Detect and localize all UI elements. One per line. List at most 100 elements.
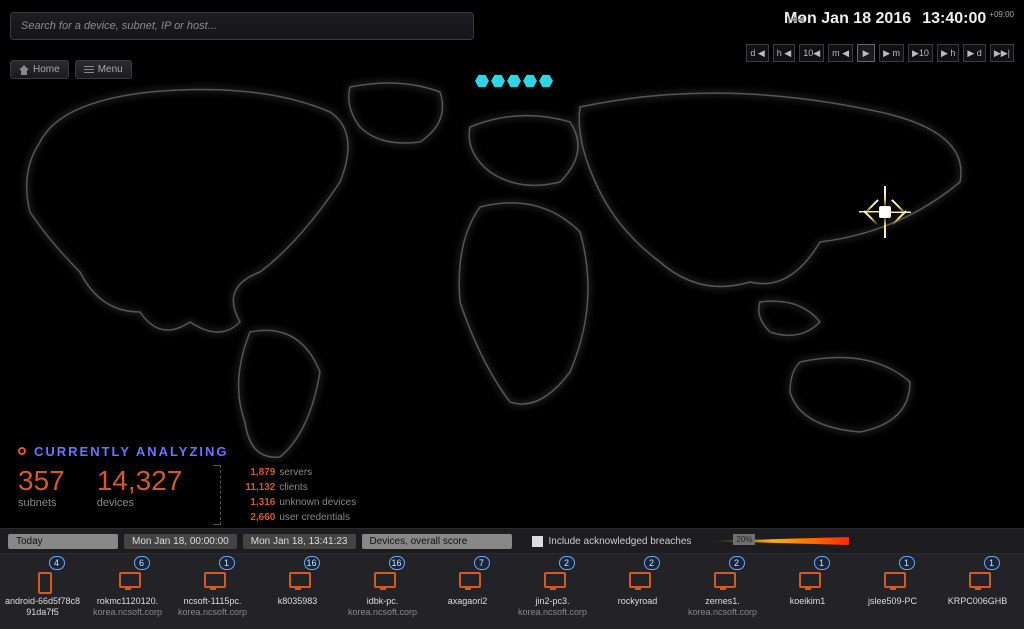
device-item[interactable]: 16 idbk-pc.korea.ncsoft.corp xyxy=(340,554,425,629)
devices-label: devices xyxy=(97,497,183,509)
alert-badge: 7 xyxy=(474,556,490,570)
alert-badge: 1 xyxy=(814,556,830,570)
device-item[interactable]: 6 rokmc1120120.korea.ncsoft.corp xyxy=(85,554,170,629)
device-domain: korea.ncsoft.corp xyxy=(680,607,765,617)
device-name: ncsoft-1115pc. xyxy=(170,596,255,607)
playback-back-hour[interactable]: h ◀ xyxy=(773,44,795,62)
timezone-label: +09:00 xyxy=(989,10,1014,19)
computer-icon xyxy=(712,572,734,590)
alert-badge: 2 xyxy=(644,556,660,570)
ack-checkbox[interactable]: Include acknowledged breaches xyxy=(532,536,692,547)
threshold-marker[interactable]: 20% xyxy=(733,534,755,545)
view-chip[interactable]: Devices, overall score xyxy=(362,534,512,549)
device-name: KRPC006GHB xyxy=(935,596,1020,607)
alert-badge: 1 xyxy=(899,556,915,570)
playback-skip-end[interactable]: ▶▶| xyxy=(990,44,1014,62)
hex-icon xyxy=(539,74,553,88)
device-item[interactable]: 1 koeikim1 xyxy=(765,554,850,629)
gradient-icon xyxy=(709,537,849,545)
threat-threshold-slider[interactable]: 20% xyxy=(709,534,849,548)
playback-fwd-10[interactable]: ▶10 xyxy=(908,44,933,62)
device-domain: korea.ncsoft.corp xyxy=(340,607,425,617)
breach-marker[interactable] xyxy=(865,192,905,232)
computer-icon xyxy=(627,572,649,590)
world-map[interactable] xyxy=(0,72,1024,462)
checkbox-icon xyxy=(532,536,543,547)
hex-icon xyxy=(507,74,521,88)
alert-badge: 16 xyxy=(389,556,405,570)
skip-first-icon[interactable]: |◀◀ xyxy=(788,14,804,25)
today-chip[interactable]: Today xyxy=(8,534,118,549)
device-name: android-66d5f78c891da7f5 xyxy=(0,596,85,618)
range-end-chip[interactable]: Mon Jan 18, 13:41:23 xyxy=(243,534,356,549)
playback-play[interactable]: ▶ xyxy=(857,44,875,62)
current-time: 13:40:00 xyxy=(922,10,986,28)
hex-icon xyxy=(523,74,537,88)
alert-badge: 1 xyxy=(219,556,235,570)
alert-badge: 1 xyxy=(984,556,1000,570)
device-item[interactable]: 1 jslee509-PC xyxy=(850,554,935,629)
device-name: axagaori2 xyxy=(425,596,510,607)
device-item[interactable]: 2 rockyroad xyxy=(595,554,680,629)
device-name: zernes1. xyxy=(680,596,765,607)
device-tray[interactable]: 4android-66d5f78c891da7f56rokmc1120120.k… xyxy=(0,554,1024,629)
computer-icon xyxy=(372,572,394,590)
computer-icon xyxy=(967,572,989,590)
alert-badge: 6 xyxy=(134,556,150,570)
computer-icon xyxy=(202,572,224,590)
alert-badge: 2 xyxy=(729,556,745,570)
device-name: sta xyxy=(1020,596,1024,607)
filter-row: Today Mon Jan 18, 00:00:00 Mon Jan 18, 1… xyxy=(0,528,1024,554)
playback-bar: d ◀ h ◀ 10◀ m ◀ ▶ ▶ m ▶10 ▶ h ▶ d ▶▶| xyxy=(746,44,1014,62)
alert-badge: 2 xyxy=(559,556,575,570)
device-name: idbk-pc. xyxy=(340,596,425,607)
device-item[interactable]: 16 k8035983 xyxy=(255,554,340,629)
analyzing-title: CURRENTLY ANALYZING xyxy=(18,444,356,459)
breakdown-list: 1,879servers 11,132clients 1,316unknown … xyxy=(220,465,356,525)
hex-icon xyxy=(491,74,505,88)
device-item[interactable]: 1 KRPC006GHB xyxy=(935,554,1020,629)
playback-back-day[interactable]: d ◀ xyxy=(746,44,768,62)
analyzing-panel: CURRENTLY ANALYZING 357 subnets 14,327 d… xyxy=(18,444,356,525)
device-domain: korea.ncsoft.corp xyxy=(85,607,170,617)
playback-back-min[interactable]: m ◀ xyxy=(828,44,853,62)
computer-icon xyxy=(797,572,819,590)
range-start-chip[interactable]: Mon Jan 18, 00:00:00 xyxy=(124,534,237,549)
clock-display: |◀◀ Mon Jan 18 2016 13:40:00 +09:00 xyxy=(784,10,1014,28)
device-item[interactable]: sta xyxy=(1020,554,1024,629)
device-name: jslee509-PC xyxy=(850,596,935,607)
device-name: rokmc1120120. xyxy=(85,596,170,607)
device-name: koeikim1 xyxy=(765,596,850,607)
computer-icon xyxy=(542,572,564,590)
hex-icon xyxy=(475,74,489,88)
computer-icon xyxy=(287,572,309,590)
device-name: jin2-pc3. xyxy=(510,596,595,607)
playback-fwd-day[interactable]: ▶ d xyxy=(963,44,985,62)
device-item[interactable]: 7 axagaori2 xyxy=(425,554,510,629)
computer-icon xyxy=(457,572,479,590)
device-domain: korea.ncsoft.corp xyxy=(510,607,595,617)
phone-icon xyxy=(32,572,54,590)
device-item[interactable]: 1 ncsoft-1115pc.korea.ncsoft.corp xyxy=(170,554,255,629)
playback-back-10[interactable]: 10◀ xyxy=(799,44,824,62)
search-input[interactable]: Search for a device, subnet, IP or host.… xyxy=(10,12,474,40)
playback-fwd-min[interactable]: ▶ m xyxy=(879,44,904,62)
status-dot-icon xyxy=(18,447,26,455)
ack-label: Include acknowledged breaches xyxy=(549,536,692,547)
alert-badge: 16 xyxy=(304,556,320,570)
device-item[interactable]: 4 android-66d5f78c891da7f5 xyxy=(0,554,85,629)
subnets-label: subnets xyxy=(18,497,65,509)
playback-fwd-hour[interactable]: ▶ h xyxy=(937,44,959,62)
alert-badge: 4 xyxy=(49,556,65,570)
devices-value: 14,327 xyxy=(97,465,183,497)
devices-stat: 14,327 devices xyxy=(97,465,183,509)
device-domain: korea.ncsoft.corp xyxy=(170,607,255,617)
device-item[interactable]: 2 jin2-pc3.korea.ncsoft.corp xyxy=(510,554,595,629)
subnets-value: 357 xyxy=(18,465,65,497)
device-name: rockyroad xyxy=(595,596,680,607)
computer-icon xyxy=(882,572,904,590)
device-item[interactable]: 2 zernes1.korea.ncsoft.corp xyxy=(680,554,765,629)
subnets-stat: 357 subnets xyxy=(18,465,65,509)
device-name: k8035983 xyxy=(255,596,340,607)
computer-icon xyxy=(117,572,139,590)
